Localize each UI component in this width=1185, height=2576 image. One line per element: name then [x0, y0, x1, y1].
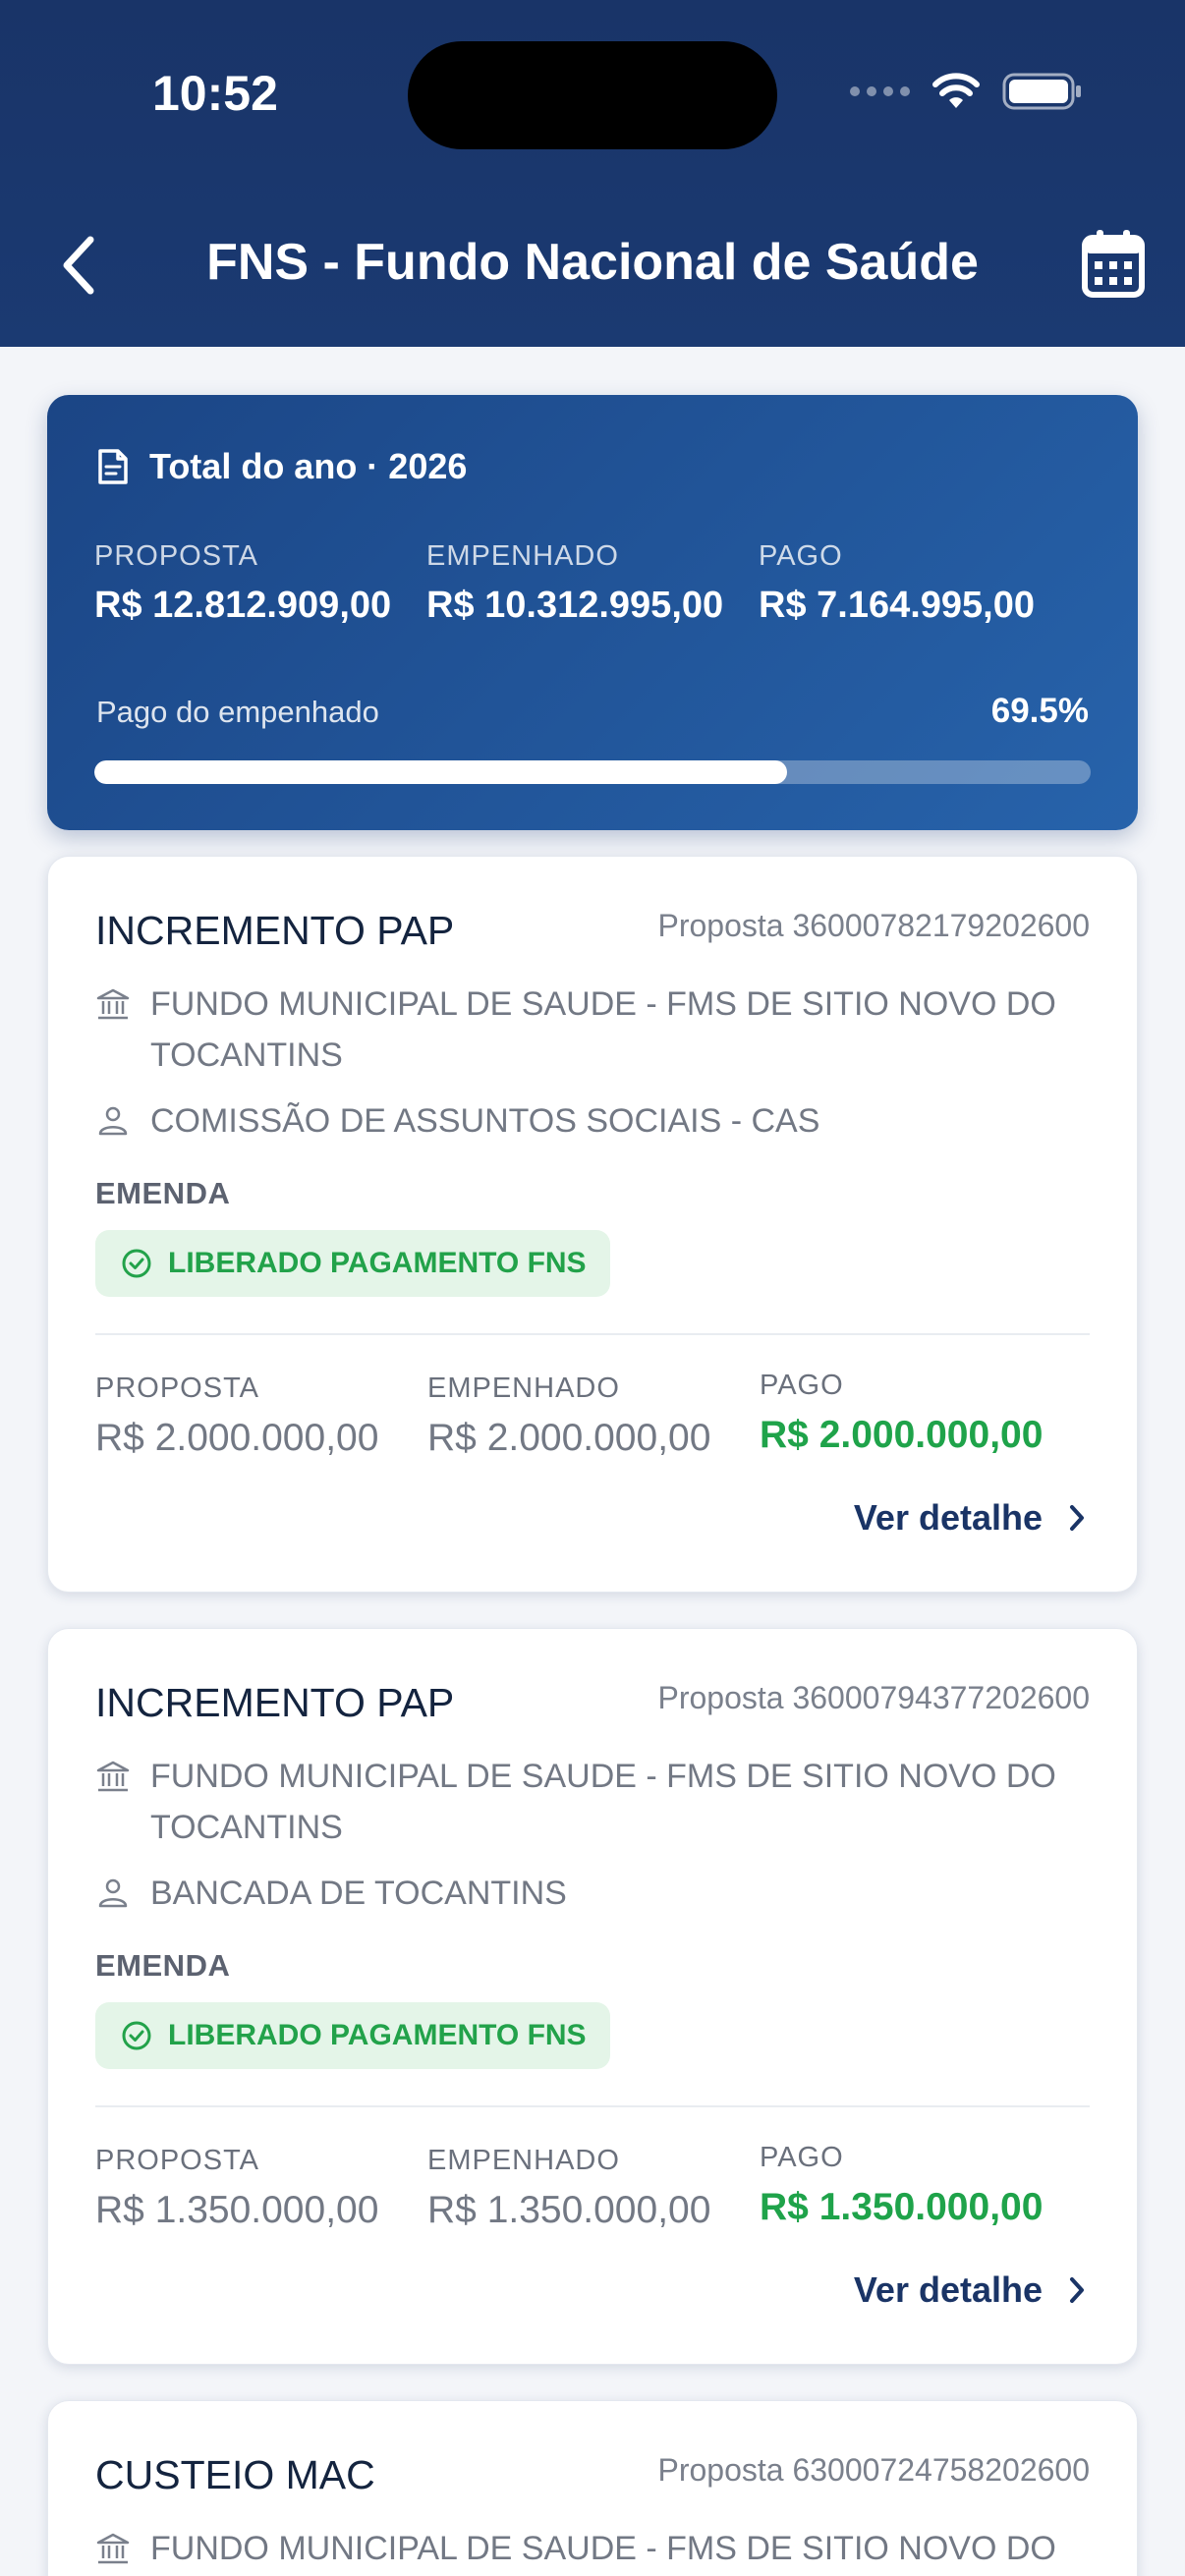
summary-empenhado: EMPENHADO R$ 10.312.995,00 [426, 540, 723, 627]
person-icon [98, 1878, 128, 1908]
card-entity: FUNDO MUNICIPAL DE SAUDE - FMS DE SITIO … [150, 2530, 1056, 2567]
summary-heading: Total do ano · 2026 [96, 446, 467, 487]
calendar-icon [1082, 230, 1145, 298]
card-title: INCREMENTO PAP [95, 1680, 455, 1725]
card-pago-value: R$ 2.000.000,00 [760, 1414, 1044, 1456]
card-proposta-value: R$ 1.350.000,00 [95, 2189, 379, 2231]
progress-percentage: 69.5% [990, 692, 1089, 730]
summary-pago: PAGO R$ 7.164.995,00 [759, 540, 1035, 627]
card-empenhado-value: R$ 2.000.000,00 [427, 1417, 711, 1459]
bank-icon [96, 988, 130, 1020]
card-type-label: EMENDA [95, 1948, 231, 1983]
status-badge: LIBERADO PAGAMENTO FNS [95, 1230, 610, 1297]
card-pago-value: R$ 1.350.000,00 [760, 2186, 1044, 2228]
card-entity-row: FUNDO MUNICIPAL DE SAUDE - FMS DE SITIO … [95, 979, 1090, 1081]
check-circle-icon [122, 1249, 151, 1278]
summary-pago-value: R$ 7.164.995,00 [759, 585, 1036, 626]
card-type-label: EMENDA [95, 1176, 231, 1210]
summary-proposta-value: R$ 12.812.909,00 [94, 585, 392, 626]
document-icon [98, 449, 128, 484]
status-time: 10:52 [152, 66, 278, 121]
summary-proposta-label: PROPOSTA [94, 540, 258, 572]
summary-proposta: PROPOSTA R$ 12.812.909,00 [94, 540, 391, 627]
app-header: 10:52 FNS - Fundo Nacional de Saúde [0, 0, 1185, 347]
amendment-card: INCREMENTO PAP Proposta 3600078217920260… [47, 856, 1138, 1593]
view-detail-label: Ver detalhe [853, 1497, 1043, 1538]
battery-icon [1002, 73, 1081, 110]
cellular-signal-icon [850, 86, 910, 96]
bank-icon [96, 1761, 130, 1792]
year-summary-card: Total do ano · 2026 PROPOSTA R$ 12.812.9… [47, 395, 1138, 830]
card-empenhado-label: EMPENHADO [427, 2145, 620, 2176]
card-proposal-number: Proposta 63000724758202600 [657, 2452, 1090, 2488]
chevron-right-icon [1070, 2277, 1084, 2303]
card-author: BANCADA DE TOCANTINS [150, 1875, 567, 1912]
card-pago: PAGO R$ 2.000.000,00 [760, 1370, 1043, 1457]
page-title: FNS - Fundo Nacional de Saúde [206, 234, 979, 291]
status-badge: LIBERADO PAGAMENTO FNS [95, 2002, 610, 2069]
card-empenhado: EMPENHADO R$ 2.000.000,00 [427, 1372, 710, 1460]
amendment-card: CUSTEIO MAC Proposta 63000724758202600 F… [47, 2400, 1138, 2576]
status-badge-text: LIBERADO PAGAMENTO FNS [168, 2019, 587, 2051]
summary-heading-text: Total do ano · 2026 [149, 446, 468, 486]
card-divider [95, 1333, 1090, 1335]
dynamic-island [408, 41, 777, 149]
card-entity-row: FUNDO MUNICIPAL DE SAUDE - FMS DE SITIO … [95, 2523, 1090, 2574]
status-badge-text: LIBERADO PAGAMENTO FNS [168, 1247, 587, 1279]
wifi-icon [932, 73, 980, 108]
card-proposta-label: PROPOSTA [95, 1372, 259, 1404]
card-author-row: BANCADA DE TOCANTINS [95, 1868, 1090, 1919]
chevron-right-icon [1070, 1505, 1084, 1531]
card-proposta-value: R$ 2.000.000,00 [95, 1417, 379, 1459]
card-proposal-number: Proposta 36000782179202600 [657, 908, 1090, 943]
progress-bar [94, 760, 1091, 784]
bank-icon [96, 2533, 130, 2564]
calendar-button[interactable] [1081, 228, 1146, 299]
view-detail-link[interactable]: Ver detalhe [854, 1497, 1086, 1539]
card-author-row: COMISSÃO DE ASSUNTOS SOCIAIS - CAS [95, 1095, 1090, 1147]
progress-bar-fill [94, 760, 787, 784]
card-proposta: PROPOSTA R$ 1.350.000,00 [95, 2145, 378, 2232]
card-proposta-label: PROPOSTA [95, 2145, 259, 2176]
view-detail-label: Ver detalhe [853, 2269, 1043, 2310]
card-divider [95, 2105, 1090, 2107]
card-title: INCREMENTO PAP [95, 908, 455, 953]
amendment-card: INCREMENTO PAP Proposta 3600079437720260… [47, 1628, 1138, 2365]
card-author: COMISSÃO DE ASSUNTOS SOCIAIS - CAS [150, 1102, 820, 1140]
card-empenhado-value: R$ 1.350.000,00 [427, 2189, 711, 2231]
summary-pago-label: PAGO [759, 540, 843, 572]
person-icon [98, 1106, 128, 1136]
card-pago-label: PAGO [760, 1370, 844, 1401]
progress-label: Pago do empenhado [96, 695, 379, 729]
summary-empenhado-value: R$ 10.312.995,00 [426, 585, 724, 626]
card-pago: PAGO R$ 1.350.000,00 [760, 2142, 1043, 2229]
view-detail-link[interactable]: Ver detalhe [854, 2269, 1086, 2311]
card-entity: FUNDO MUNICIPAL DE SAUDE - FMS DE SITIO … [150, 1758, 1056, 1846]
card-empenhado: EMPENHADO R$ 1.350.000,00 [427, 2145, 710, 2232]
card-entity-row: FUNDO MUNICIPAL DE SAUDE - FMS DE SITIO … [95, 1751, 1090, 1853]
check-circle-icon [122, 2021, 151, 2050]
card-proposal-number: Proposta 36000794377202600 [657, 1680, 1090, 1715]
card-pago-label: PAGO [760, 2142, 844, 2173]
summary-empenhado-label: EMPENHADO [426, 540, 619, 572]
card-entity: FUNDO MUNICIPAL DE SAUDE - FMS DE SITIO … [150, 985, 1056, 1074]
card-proposta: PROPOSTA R$ 2.000.000,00 [95, 1372, 378, 1460]
card-title: CUSTEIO MAC [95, 2452, 375, 2497]
status-icons [850, 71, 1083, 112]
card-empenhado-label: EMPENHADO [427, 1372, 620, 1404]
